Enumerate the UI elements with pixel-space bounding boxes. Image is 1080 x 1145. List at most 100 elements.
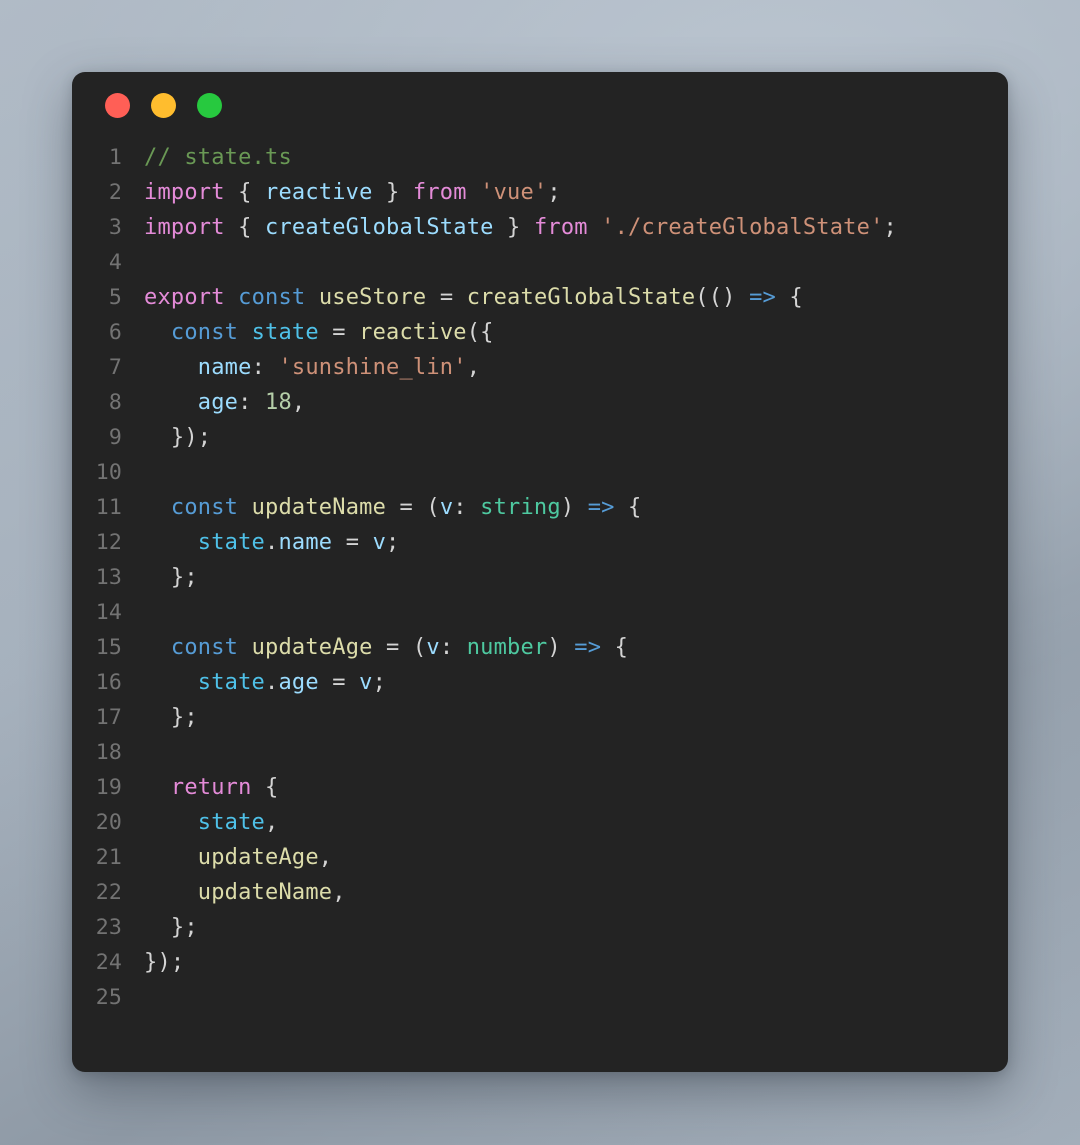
code-line: 5 export const useStore = createGlobalSta… <box>72 280 1008 315</box>
code-line: 22 updateName, <box>72 875 1008 910</box>
line-number: 8 <box>108 390 122 415</box>
code-line-text: state.name = v; <box>144 525 1008 560</box>
token-punct: { <box>601 635 629 660</box>
line-number: 18 <box>95 740 122 765</box>
code-line-text: }); <box>144 420 1008 455</box>
token-var: v <box>439 495 454 520</box>
code-line: 15 const updateAge = (v: number) => { <box>72 630 1008 665</box>
code-line: 1 // state.ts <box>72 140 1008 175</box>
line-number: 24 <box>95 950 122 975</box>
code-line-text: state.age = v; <box>144 665 1008 700</box>
token-punct: { <box>224 180 266 205</box>
token-punct <box>144 775 171 800</box>
token-punct: } <box>372 180 413 205</box>
token-var: age <box>278 670 319 695</box>
minimize-icon[interactable] <box>151 92 176 118</box>
code-line-text: import { createGlobalState } from './cre… <box>144 210 1008 245</box>
token-punct: , <box>265 810 279 835</box>
token-var: v <box>372 530 387 555</box>
line-number: 11 <box>95 495 122 520</box>
line-number: 21 <box>95 845 122 870</box>
code-line-text: const updateName = (v: string) => { <box>144 490 1008 525</box>
token-type: number <box>466 635 548 660</box>
code-line: 21 updateAge, <box>72 840 1008 875</box>
token-var: name <box>278 530 333 555</box>
token-punct <box>144 845 198 870</box>
token-punct: ) <box>560 495 588 520</box>
token-punct <box>238 635 251 660</box>
token-func: updateAge <box>251 635 373 660</box>
token-punct: { <box>614 495 642 520</box>
token-punct <box>225 285 238 310</box>
code-line-text: }; <box>144 910 1008 945</box>
token-string: './createGlobalState' <box>601 215 884 240</box>
code-line-text: export const useStore = createGlobalStat… <box>144 280 1008 315</box>
token-func: reactive <box>359 320 467 345</box>
token-punct: } <box>493 215 534 240</box>
token-punct: : <box>439 635 467 660</box>
token-punct: = <box>318 320 360 345</box>
token-func: createGlobalState <box>466 285 696 310</box>
token-punct: : <box>251 355 279 380</box>
token-arrow: => <box>587 495 615 520</box>
code-line: 17 }; <box>72 700 1008 735</box>
line-number: 10 <box>95 460 122 485</box>
token-punct <box>238 495 251 520</box>
token-var: age <box>197 390 239 415</box>
maximize-icon[interactable] <box>197 92 222 118</box>
code-line: 19 return { <box>72 770 1008 805</box>
code-line-text: updateName, <box>144 875 1008 910</box>
token-punct <box>238 320 251 345</box>
line-number: 15 <box>95 635 122 660</box>
code-line-text: }); <box>144 945 1008 980</box>
code-line: 18 <box>72 735 1008 770</box>
line-number: 1 <box>108 145 122 170</box>
line-number: 25 <box>95 985 122 1010</box>
code-editor-area[interactable]: 1 // state.ts 2 import { reactive } from 'v… <box>72 138 1008 1015</box>
line-number: 17 <box>95 705 122 730</box>
token-punct: , <box>318 845 333 870</box>
token-func: updateName <box>197 880 333 905</box>
line-number: 9 <box>108 425 122 450</box>
token-arrow: => <box>574 635 602 660</box>
token-varb: state <box>197 810 266 835</box>
token-punct <box>144 495 171 520</box>
token-punct: ({ <box>466 320 494 345</box>
token-storage: const <box>170 635 239 660</box>
token-storage: const <box>170 495 239 520</box>
line-number: 23 <box>95 915 122 940</box>
token-keyword: from <box>533 215 588 240</box>
token-punct: = ( <box>386 495 440 520</box>
code-line: 11 const updateName = (v: string) => { <box>72 490 1008 525</box>
token-storage: const <box>170 320 239 345</box>
line-number: 16 <box>95 670 122 695</box>
code-line-text: return { <box>144 770 1008 805</box>
code-line-text: name: 'sunshine_lin', <box>144 350 1008 385</box>
line-number: 2 <box>108 180 122 205</box>
code-snippet-window: 1 // state.ts 2 import { reactive } from 'v… <box>72 72 1008 1072</box>
token-func: updateAge <box>197 845 319 870</box>
token-func: updateName <box>251 495 387 520</box>
token-keyword: from <box>412 180 467 205</box>
token-punct: }; <box>144 565 198 590</box>
code-line-text: state, <box>144 805 1008 840</box>
token-punct: ; <box>547 180 561 205</box>
code-line-text: updateAge, <box>144 840 1008 875</box>
token-var: name <box>197 355 252 380</box>
code-line-text: import { reactive } from 'vue'; <box>144 175 1008 210</box>
token-punct <box>144 390 198 415</box>
token-punct <box>144 670 198 695</box>
token-punct: { <box>224 215 266 240</box>
token-punct <box>144 810 198 835</box>
code-line: 23 }; <box>72 910 1008 945</box>
token-varb: state <box>197 530 266 555</box>
close-icon[interactable] <box>105 92 130 118</box>
line-number: 4 <box>108 250 122 275</box>
code-line: 24}); <box>72 945 1008 980</box>
token-var: v <box>426 635 440 660</box>
code-line: 8 age: 18, <box>72 385 1008 420</box>
token-punct: , <box>332 880 346 905</box>
token-string: 'sunshine_lin' <box>278 355 467 380</box>
token-punct: }); <box>144 950 185 975</box>
token-number: 18 <box>265 390 292 415</box>
